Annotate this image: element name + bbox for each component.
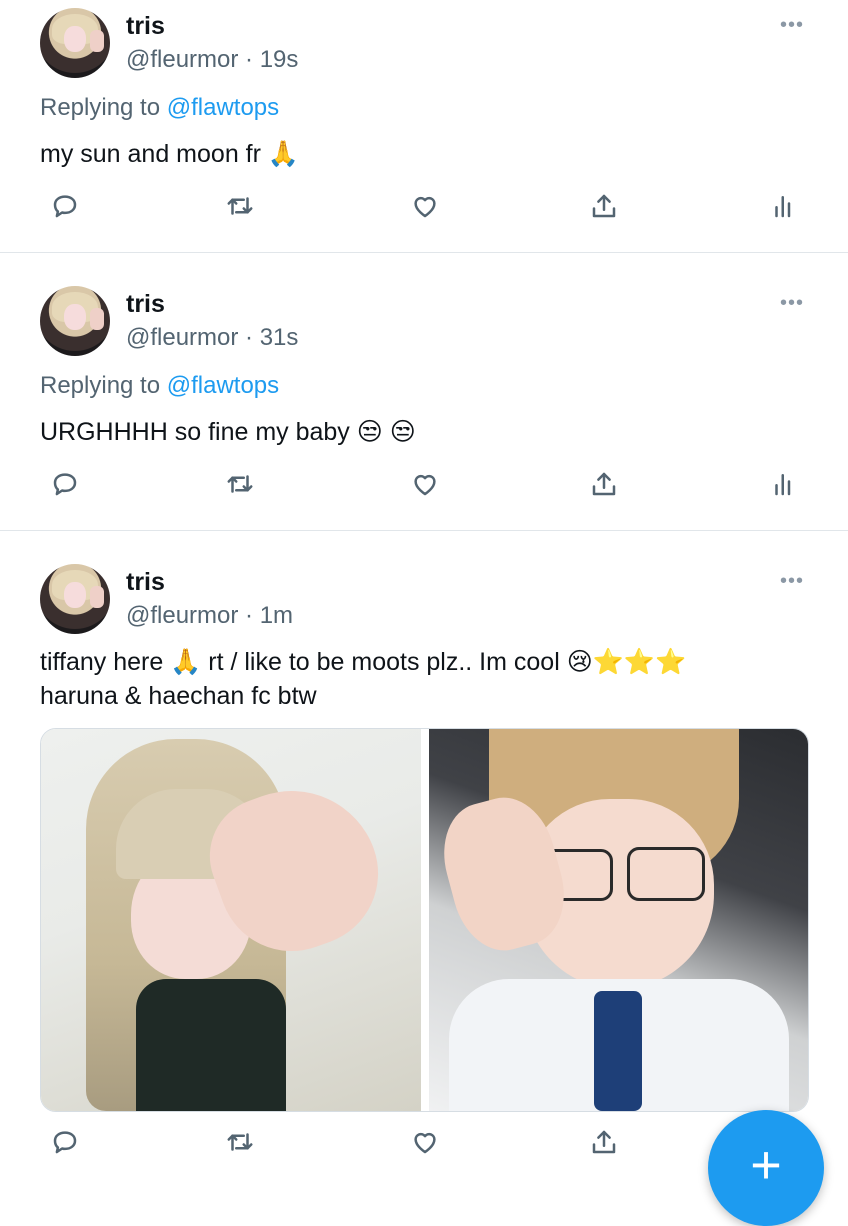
like-button[interactable] xyxy=(405,464,445,504)
share-icon xyxy=(592,194,616,218)
reply-button[interactable] xyxy=(45,186,85,226)
reply-button[interactable] xyxy=(45,1122,85,1162)
display-name[interactable]: tris xyxy=(126,568,165,597)
replying-to-mention[interactable]: @flawtops xyxy=(167,372,279,399)
share-icon xyxy=(592,472,616,496)
like-icon xyxy=(414,1132,436,1154)
tweet-actions xyxy=(0,464,848,504)
replying-to-label: Replying to xyxy=(40,94,161,121)
compose-tweet-button[interactable]: + xyxy=(708,1110,824,1226)
reply-icon xyxy=(53,473,77,496)
share-button[interactable] xyxy=(584,1122,624,1162)
avatar-hand xyxy=(90,30,104,52)
like-button[interactable] xyxy=(405,1122,445,1162)
avatar-face xyxy=(64,582,86,608)
glasses-right xyxy=(627,847,705,901)
avatar[interactable] xyxy=(40,8,110,78)
more-options-icon[interactable]: ••• xyxy=(780,570,804,593)
retweet-button[interactable] xyxy=(220,186,260,226)
avatar-hand xyxy=(90,586,104,608)
analytics-button[interactable] xyxy=(764,186,804,226)
handle-and-time[interactable]: @fleurmor · 1m xyxy=(126,602,293,630)
avatar-face xyxy=(64,26,86,52)
tweet-text-line-1: tiffany here 🙏 rt / like to be moots plz… xyxy=(40,648,687,676)
avatar-face xyxy=(64,304,86,330)
more-options-icon[interactable]: ••• xyxy=(780,292,804,315)
like-icon xyxy=(414,474,436,496)
tweet-text-line-2: haruna & haechan fc btw xyxy=(40,682,317,710)
retweet-button[interactable] xyxy=(220,1122,260,1162)
media-grid xyxy=(40,728,809,1112)
photo-haechan[interactable] xyxy=(429,729,808,1111)
divider xyxy=(0,530,848,531)
replying-to-label: Replying to xyxy=(40,372,161,399)
share-button[interactable] xyxy=(584,464,624,504)
plus-icon: + xyxy=(750,1135,782,1195)
like-icon xyxy=(414,196,436,218)
avatar-hand xyxy=(90,308,104,330)
handle-and-time[interactable]: @fleurmor · 31s xyxy=(126,324,298,352)
avatar[interactable] xyxy=(40,286,110,356)
analytics-icon xyxy=(775,196,791,218)
retweet-icon xyxy=(227,1133,253,1151)
retweet-icon xyxy=(227,197,253,215)
avatar[interactable] xyxy=(40,564,110,634)
reply-icon xyxy=(53,1131,77,1154)
divider xyxy=(0,252,848,253)
tweet-text: my sun and moon fr 🙏 xyxy=(40,140,300,168)
photo-haruna[interactable] xyxy=(41,729,421,1111)
tweet-text: URGHHHH so fine my baby 😒 😒 xyxy=(40,418,416,446)
replying-to-mention[interactable]: @flawtops xyxy=(167,94,279,121)
share-icon xyxy=(592,1130,616,1154)
like-button[interactable] xyxy=(405,186,445,226)
handle-and-time[interactable]: @fleurmor · 19s xyxy=(126,46,298,74)
display-name[interactable]: tris xyxy=(126,12,165,41)
more-options-icon[interactable]: ••• xyxy=(780,14,804,37)
analytics-button[interactable] xyxy=(764,464,804,504)
top-shape xyxy=(136,979,286,1111)
replying-to: Replying to @flawtops xyxy=(40,372,279,400)
retweet-button[interactable] xyxy=(220,464,260,504)
tweet-actions xyxy=(0,186,848,226)
replying-to: Replying to @flawtops xyxy=(40,94,279,122)
tie-shape xyxy=(594,991,642,1111)
analytics-icon xyxy=(775,474,791,496)
retweet-icon xyxy=(227,475,253,493)
reply-icon xyxy=(53,195,77,218)
reply-button[interactable] xyxy=(45,464,85,504)
display-name[interactable]: tris xyxy=(126,290,165,319)
share-button[interactable] xyxy=(584,186,624,226)
